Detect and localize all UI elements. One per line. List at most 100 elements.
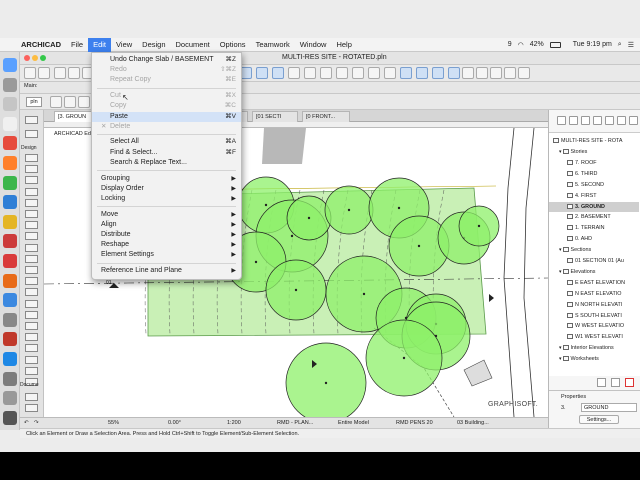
design-tool-button[interactable] — [25, 210, 38, 218]
edit-menu-item[interactable]: Align ▶ — [92, 220, 241, 230]
panel-footer-button[interactable] — [611, 378, 620, 387]
disclosure-triangle-icon[interactable]: ▾ — [559, 247, 562, 253]
design-tool-button[interactable] — [25, 254, 38, 263]
edit-menu-item[interactable]: Reshape ▶ — [92, 240, 241, 250]
navigator-item[interactable]: 1. TERRAIN — [549, 223, 639, 233]
disclosure-triangle-icon[interactable]: ▾ — [559, 345, 562, 351]
navigator-item[interactable]: ▾ Interior Elevations — [549, 343, 639, 353]
navigator-item[interactable]: 01 SECTION 01 (Au — [549, 256, 639, 266]
close-window-button[interactable] — [24, 55, 30, 61]
arrow-tool-button[interactable] — [25, 116, 38, 124]
menu-help[interactable]: Help — [331, 38, 356, 52]
toolbar-button[interactable] — [416, 67, 428, 79]
settings-button[interactable]: Settings... — [579, 415, 619, 424]
dock-app-icon[interactable] — [3, 136, 17, 151]
toolbar-button[interactable] — [368, 67, 380, 79]
navigator-item[interactable]: ▾ Worksheets — [549, 354, 639, 364]
edit-menu-item[interactable]: Search & Replace Text... — [92, 158, 241, 168]
dock-app-icon[interactable] — [3, 254, 17, 268]
design-tool-button[interactable] — [25, 176, 38, 185]
navigator-item[interactable]: N EAST ELEVATIO — [549, 289, 639, 299]
dock-app-icon[interactable] — [3, 332, 17, 347]
design-tool-button[interactable] — [25, 310, 38, 319]
story-name-field[interactable]: GROUND — [581, 403, 637, 412]
navigator-toolbar-button[interactable] — [581, 116, 590, 125]
navigator-item[interactable]: 0. AHD — [549, 234, 639, 244]
dock-app-icon[interactable] — [3, 175, 17, 190]
menu-document[interactable]: Document — [171, 38, 215, 52]
toolbar-button[interactable] — [68, 67, 80, 79]
navigator-item[interactable]: ▾ Sections — [549, 245, 639, 255]
toolbar-button[interactable] — [476, 67, 488, 79]
spotlight-icon[interactable]: ⌕ — [618, 41, 622, 49]
wifi-icon[interactable]: ◠ — [518, 41, 524, 49]
navigator-item[interactable]: ▾ Stories — [549, 147, 639, 157]
navigator-item[interactable]: W1 WEST ELEVATI — [549, 332, 639, 342]
toolbar-button[interactable] — [504, 67, 516, 79]
toolbar-button[interactable] — [272, 67, 284, 79]
marquee-tool-button[interactable] — [25, 130, 38, 138]
dock-app-icon[interactable] — [3, 293, 17, 308]
edit-menu-item[interactable]: Copy ⌘C — [92, 101, 241, 111]
navigator-toolbar-button[interactable] — [593, 116, 602, 125]
view-tab[interactable]: [01 SECTI — [252, 111, 298, 122]
edit-menu-item[interactable]: Distribute ▶ — [92, 230, 241, 240]
battery-percent[interactable]: 42% — [530, 41, 544, 48]
navigator-item[interactable]: 6. THIRD — [549, 169, 639, 179]
design-tool-button[interactable] — [25, 266, 38, 274]
design-tool-button[interactable] — [25, 355, 38, 364]
menu-design[interactable]: Design — [137, 38, 170, 52]
menu-view[interactable]: View — [111, 38, 137, 52]
toolbar-button[interactable] — [304, 67, 316, 79]
dock-app-icon[interactable] — [3, 214, 17, 229]
toolbar-button[interactable] — [38, 67, 50, 79]
edit-menu-item[interactable]: Select All ⌘A — [92, 137, 241, 147]
design-tool-button[interactable] — [25, 322, 38, 330]
angle-value[interactable]: 0.00° — [168, 419, 181, 428]
view-toolbar-button[interactable] — [78, 96, 90, 108]
menu-app-name[interactable]: ARCHICAD — [16, 38, 66, 52]
design-tool-button[interactable] — [25, 187, 38, 196]
design-tool-button[interactable] — [25, 165, 38, 174]
edit-menu-item[interactable]: Undo Change Slab / BASEMENT ⌘Z — [92, 55, 241, 65]
navigator-item[interactable]: 7. ROOF — [549, 158, 639, 168]
design-tool-button[interactable] — [25, 333, 38, 342]
design-tool-button[interactable] — [25, 198, 38, 207]
document-tool-button[interactable] — [25, 404, 38, 412]
edit-menu-item[interactable]: Locking ▶ — [92, 194, 241, 204]
navigator-item[interactable]: 3. GROUND — [549, 201, 639, 212]
edit-menu-item[interactable]: Reference Line and Plane ▶ — [92, 266, 241, 276]
dock-app-icon[interactable] — [3, 77, 17, 92]
toolbar-button[interactable] — [490, 67, 502, 79]
design-tool-button[interactable] — [25, 299, 38, 308]
disclosure-triangle-icon[interactable]: ▾ — [559, 149, 562, 155]
dock-app-icon[interactable] — [3, 391, 17, 406]
pen-set-select[interactable]: RMD PENS 20 — [396, 419, 433, 428]
edit-menu-item[interactable]: Paste ⌘V — [92, 111, 241, 122]
view-select[interactable]: pln — [26, 97, 42, 107]
toolbar-button[interactable] — [400, 67, 412, 79]
toolbar-button[interactable] — [288, 67, 300, 79]
menu-window[interactable]: Window — [295, 38, 332, 52]
notification-count[interactable]: 9 — [508, 41, 512, 48]
toolbar-button[interactable] — [518, 67, 530, 79]
navigator-root[interactable]: MULTI-RES SITE - ROTA — [553, 136, 640, 146]
dock-app-icon[interactable] — [3, 312, 17, 327]
view-tab[interactable]: [0 FRONT... — [302, 111, 350, 122]
dock-app-icon[interactable] — [3, 195, 17, 210]
dock-app-icon[interactable] — [3, 116, 17, 131]
edit-menu-item[interactable]: Cut ⌘X — [92, 91, 241, 101]
dock-app-icon[interactable] — [3, 58, 17, 72]
view-toolbar-button[interactable] — [64, 96, 76, 108]
dock-app-icon[interactable] — [3, 410, 17, 425]
dock-app-icon[interactable] — [3, 234, 17, 249]
panel-footer-button[interactable] — [625, 378, 634, 387]
redo-icon[interactable]: ↷ — [34, 419, 39, 428]
navigator-toolbar-button[interactable] — [557, 116, 566, 125]
dock-app-icon[interactable] — [3, 371, 17, 386]
design-tool-button[interactable] — [25, 232, 38, 241]
undo-icon[interactable]: ↶ — [24, 419, 29, 428]
edit-menu-item[interactable]: Display Order ▶ — [92, 184, 241, 194]
model-view-select[interactable]: Entire Model — [338, 419, 369, 428]
navigator-toolbar-button[interactable] — [569, 116, 578, 125]
